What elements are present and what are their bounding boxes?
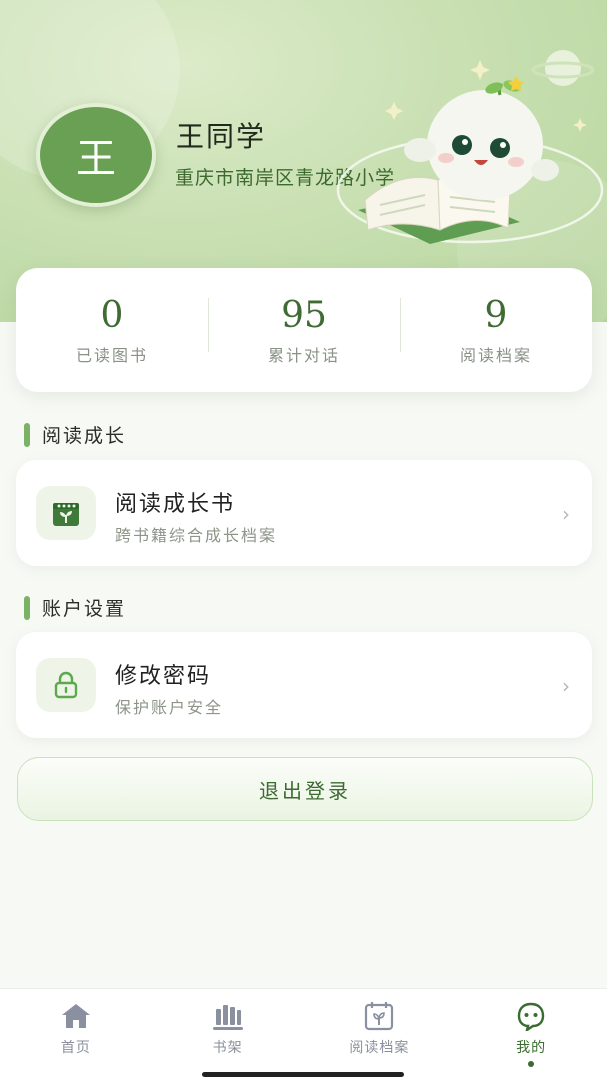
change-password-card[interactable]: 修改密码 保护账户安全 › bbox=[16, 632, 592, 738]
chevron-right-icon: › bbox=[562, 502, 570, 526]
card-title: 修改密码 bbox=[115, 664, 212, 689]
stat-books-read[interactable]: 0 已读图书 bbox=[16, 294, 208, 366]
bottom-tab-bar: 首页 书架 阅读档案 我的 bbox=[0, 988, 607, 1081]
logout-button[interactable]: 退出登录 bbox=[17, 757, 593, 821]
tab-label: 书架 bbox=[212, 1040, 243, 1056]
home-icon bbox=[61, 1004, 90, 1028]
tab-home[interactable]: 首页 bbox=[0, 989, 152, 1081]
stat-label: 已读图书 bbox=[75, 346, 148, 365]
active-indicator-dot bbox=[528, 1061, 535, 1067]
stat-conversations[interactable]: 95 累计对话 bbox=[208, 294, 400, 366]
stat-value: 95 bbox=[281, 295, 327, 336]
tab-reading-records[interactable]: 阅读档案 bbox=[304, 989, 456, 1081]
lock-icon bbox=[36, 658, 96, 712]
chevron-right-icon: › bbox=[562, 674, 570, 698]
calendar-sprout-icon bbox=[365, 1002, 394, 1031]
sprout-calendar-icon bbox=[36, 486, 96, 540]
stat-value: 9 bbox=[484, 295, 508, 336]
card-subtitle: 跨书籍综合成长档案 bbox=[115, 526, 278, 545]
section-title-text: 账户设置 bbox=[42, 598, 127, 620]
growth-book-card[interactable]: 阅读成长书 跨书籍综合成长档案 › bbox=[16, 460, 592, 566]
stat-value: 0 bbox=[100, 295, 124, 336]
card-title: 阅读成长书 bbox=[115, 492, 236, 517]
tab-label: 首页 bbox=[60, 1040, 91, 1056]
avatar[interactable]: 王 bbox=[36, 103, 156, 207]
section-title-growth: 阅读成长 bbox=[24, 421, 126, 448]
user-name: 王同学 bbox=[176, 120, 267, 153]
stat-label: 阅读档案 bbox=[459, 346, 532, 365]
section-title-account: 账户设置 bbox=[24, 594, 126, 621]
tab-bookshelf[interactable]: 书架 bbox=[152, 989, 304, 1081]
mascot-illustration bbox=[336, 50, 604, 244]
section-accent-bar bbox=[24, 595, 30, 620]
tab-label: 阅读档案 bbox=[349, 1040, 410, 1056]
bookshelf-icon bbox=[212, 1005, 243, 1030]
tab-mine[interactable]: 我的 bbox=[455, 989, 607, 1081]
section-accent-bar bbox=[24, 422, 30, 447]
section-title-text: 阅读成长 bbox=[42, 425, 127, 447]
card-subtitle: 保护账户安全 bbox=[115, 698, 224, 717]
home-indicator[interactable] bbox=[202, 1072, 404, 1077]
stats-card: 0 已读图书 95 累计对话 9 阅读档案 bbox=[16, 268, 592, 392]
face-icon bbox=[517, 1002, 545, 1031]
stat-reading-records[interactable]: 9 阅读档案 bbox=[400, 294, 592, 366]
stat-label: 累计对话 bbox=[267, 346, 340, 365]
tab-label: 我的 bbox=[516, 1040, 547, 1056]
